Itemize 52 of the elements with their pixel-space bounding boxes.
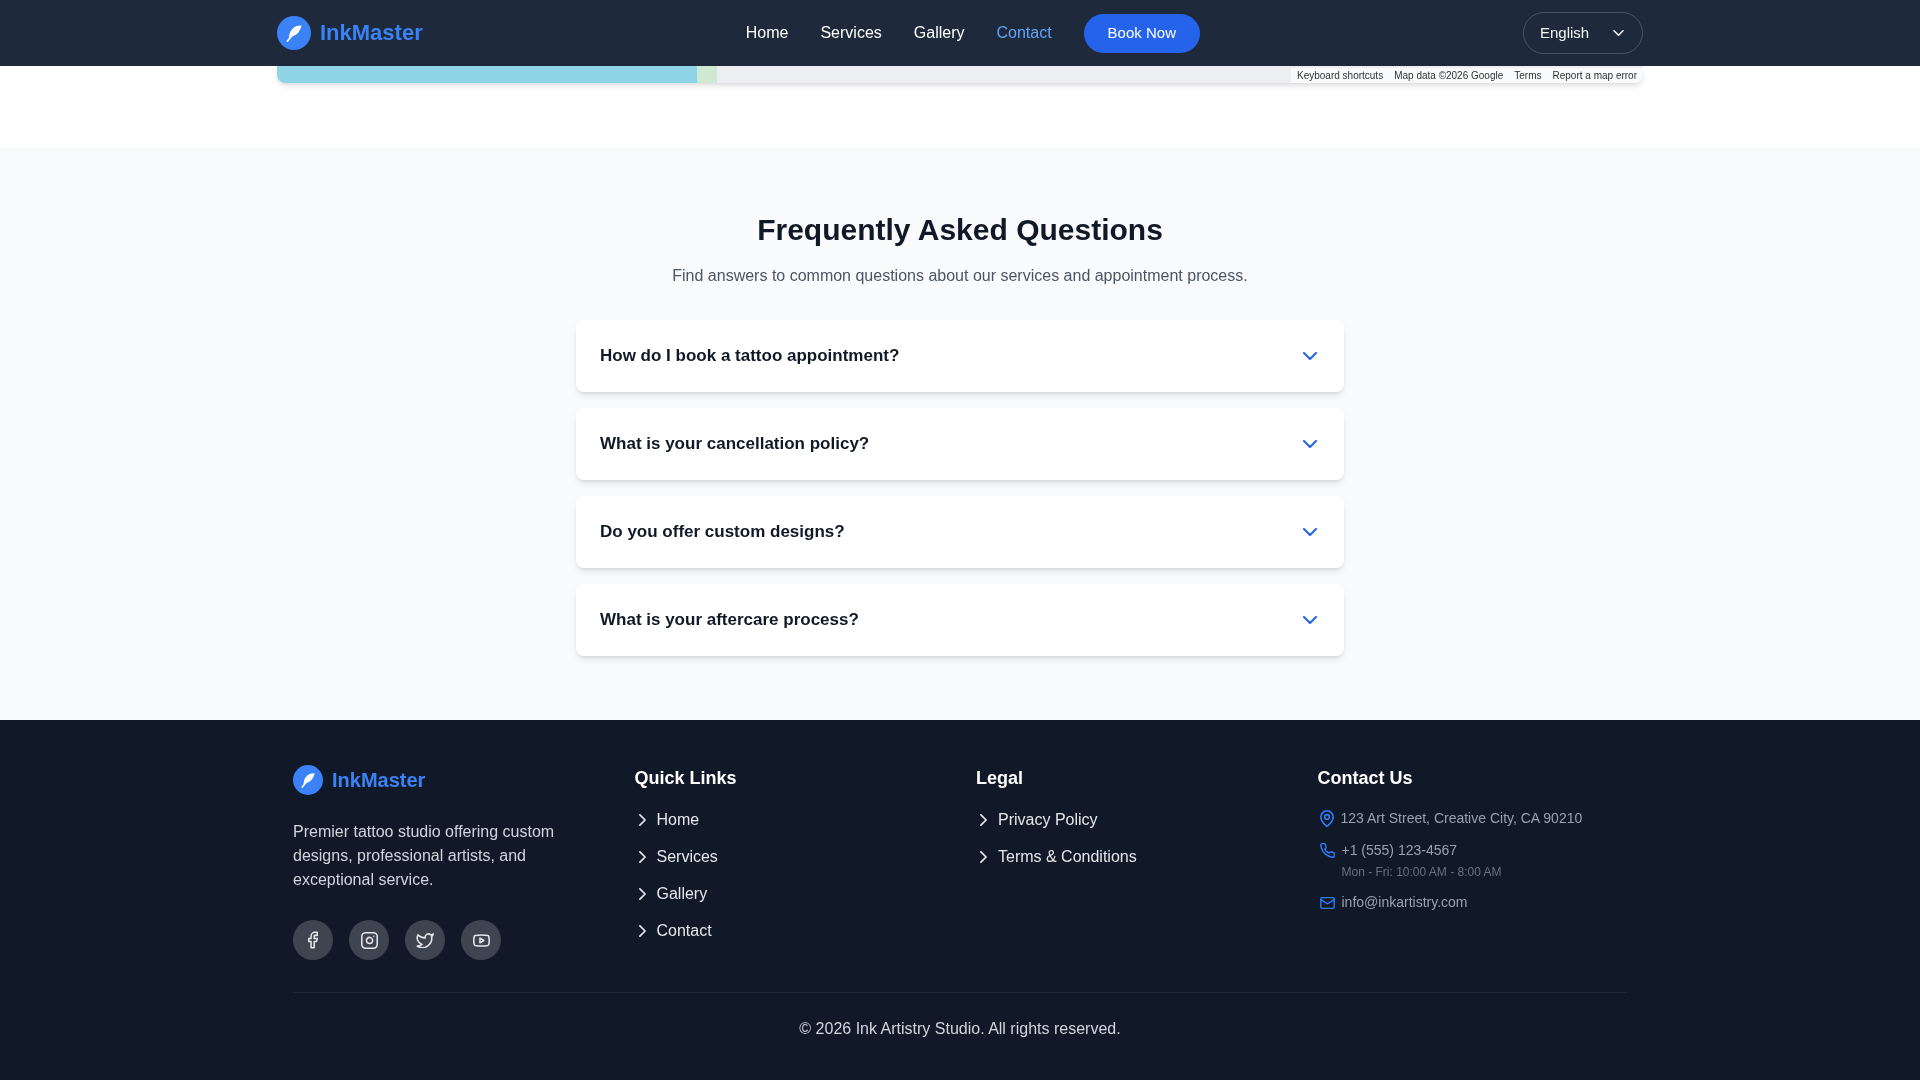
footer-link[interactable]: Privacy Policy <box>976 808 1098 832</box>
footer-logo-link[interactable]: InkMaster <box>293 764 603 796</box>
brand-description: Premier tattoo studio offering custom designs, professional artists, and exceptional service. <box>293 822 556 890</box>
nav-link[interactable]: Home <box>745 21 789 45</box>
social-link[interactable] <box>349 920 389 960</box>
map-attribution-link[interactable]: Report a map error <box>1552 69 1637 82</box>
chevron-right-icon <box>980 851 987 863</box>
phone-icon <box>1319 843 1335 858</box>
faq-question-button[interactable]: Do you offer custom designs? <box>576 496 1344 568</box>
instagram-icon <box>360 931 378 949</box>
footer-heading: Quick Links <box>634 767 738 790</box>
youtube-icon <box>472 933 490 947</box>
footer-link[interactable]: Gallery <box>634 882 708 906</box>
map-attribution-link[interactable]: Keyboard shortcuts <box>1297 69 1384 82</box>
email-link[interactable]: info@inkartistry.com <box>1341 892 1468 912</box>
footer-link[interactable]: Contact <box>634 919 712 943</box>
map-attribution-link[interactable]: Terms <box>1514 69 1542 82</box>
chevron-down-icon <box>1613 30 1624 36</box>
social-link[interactable] <box>405 920 445 960</box>
social-link[interactable] <box>461 920 501 960</box>
map-attribution-link[interactable]: Map data ©2026 Google <box>1394 69 1504 82</box>
faq-title: Frequently Asked Questions <box>756 212 1164 248</box>
feather-logo-icon <box>277 16 311 50</box>
twitter-icon <box>416 932 434 948</box>
chevron-right-icon <box>638 925 646 937</box>
map-pin-icon <box>1319 810 1334 827</box>
copyright-text: © 2026 Ink Artistry Studio. All rights reserved. <box>798 1019 1122 1039</box>
address-text: 123 Art Street, Creative City, CA 90210 <box>1340 809 1583 828</box>
faq-question-button[interactable]: What is your aftercare process? <box>576 584 1344 656</box>
faq-subtitle: Find answers to common questions about our services and appointment process. <box>671 266 1249 286</box>
nav-link[interactable]: Services <box>820 21 882 45</box>
social-link[interactable] <box>293 920 333 960</box>
faq-question-button[interactable]: What is your cancellation policy? <box>576 408 1344 480</box>
footer-link[interactable]: Services <box>634 845 718 869</box>
faq-question-button[interactable]: How do I book a tattoo appointment? <box>576 320 1344 392</box>
footer-heading: Legal <box>976 767 1024 790</box>
chevron-right-icon <box>980 814 987 826</box>
footer-heading: Contact Us <box>1317 767 1414 790</box>
logo-link[interactable]: InkMaster <box>277 16 423 50</box>
facebook-icon <box>308 931 318 949</box>
nav-link[interactable]: Gallery <box>913 21 965 45</box>
mail-icon <box>1319 897 1335 909</box>
footer-link[interactable]: Terms & Conditions <box>976 845 1137 869</box>
nav-link[interactable]: Contact <box>996 21 1052 45</box>
phone-text: +1 (555) 123-4567 <box>1341 841 1459 860</box>
feather-logo-icon <box>293 765 323 795</box>
chevron-right-icon <box>638 851 646 863</box>
chevron-right-icon <box>638 814 646 826</box>
footer-link[interactable]: Home <box>634 808 700 832</box>
book-now-button[interactable]: Book Now <box>1083 13 1200 53</box>
hours-text: Mon - Fri: 10:00 AM - 8:00 AM <box>1341 864 1502 880</box>
chevron-right-icon <box>638 888 646 900</box>
